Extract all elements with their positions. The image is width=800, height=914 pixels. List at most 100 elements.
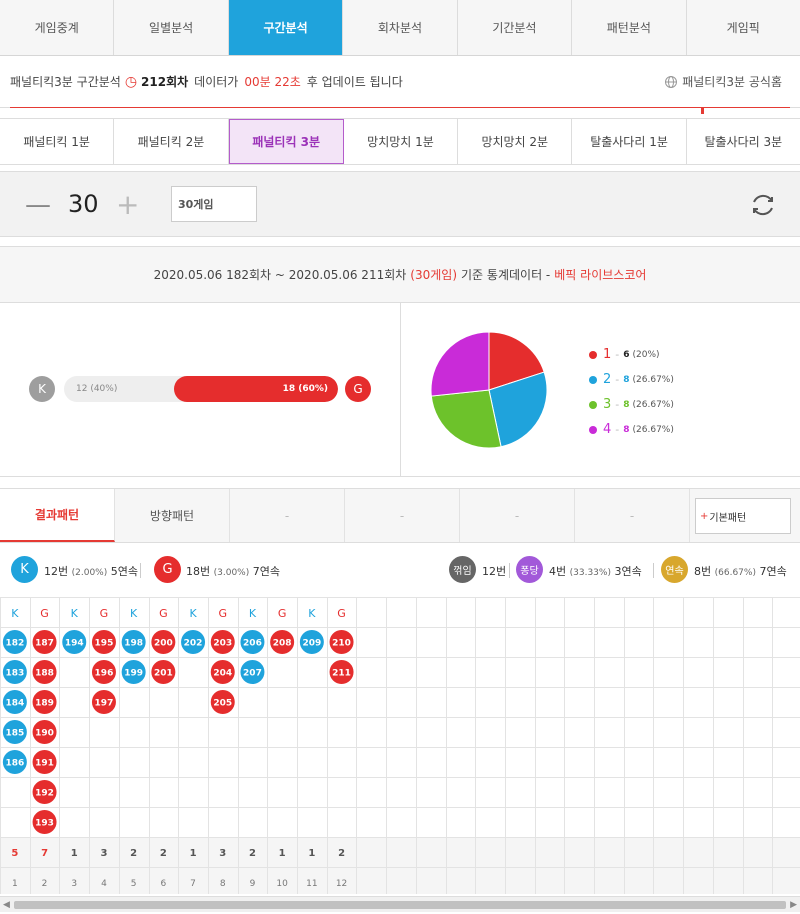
nav-tab-3[interactable]: 구간분석 <box>228 0 344 55</box>
pattern-tab-2[interactable]: 방향패턴 <box>115 489 230 542</box>
column-index: 4 <box>101 879 107 889</box>
stats-range: 2020.05.06 182회차 ~ 2020.05.06 211회차 <box>153 268 407 282</box>
k-badge: K <box>29 376 55 402</box>
pattern-summary: K 12번 (2.00%) 5연속 G 18번 (3.00%) 7연속 꺾임 1… <box>0 552 800 590</box>
update-bar: 패널티킥3분 구간분석 ◷ 212회차 데이터가 00분 22초 후 업데이트 … <box>0 56 800 114</box>
round-number: 196 <box>95 669 114 679</box>
k-summary-count: 12번 <box>44 565 69 578</box>
plus-button[interactable]: + <box>116 188 139 221</box>
round-number: 195 <box>95 639 114 649</box>
column-count: 1 <box>190 848 197 859</box>
legend-count: 8 <box>623 399 630 410</box>
refresh-icon[interactable] <box>748 190 778 220</box>
legend-pct: (26.67%) <box>632 374 674 385</box>
legend-label: 2 <box>603 372 612 387</box>
nav-tab-1[interactable]: 게임중계 <box>0 0 115 55</box>
round-number: 182 <box>5 639 24 649</box>
game-tab-2[interactable]: 패널티킥 2분 <box>114 119 229 164</box>
column-index: 9 <box>250 879 256 889</box>
g-summary-pct: (3.00%) <box>213 568 250 578</box>
column-count: 2 <box>160 848 167 859</box>
game-count-select[interactable]: 30게임 <box>171 186 257 222</box>
g-summary-streak: 7연속 <box>252 565 280 578</box>
legend-count: 6 <box>623 349 630 360</box>
main-nav: 게임중계 일별분석 구간분석 회차분석 기간분석 패턴분석 게임픽 <box>0 0 800 56</box>
legend-label: 1 <box>603 347 612 362</box>
nav-tab-2[interactable]: 일별분석 <box>114 0 229 55</box>
nav-tab-5[interactable]: 기간분석 <box>458 0 573 55</box>
game-count-bar: — 30 + 30게임 <box>0 171 800 237</box>
game-tab-4[interactable]: 망치망치 1분 <box>344 119 459 164</box>
game-tab-6[interactable]: 탈출사다리 1분 <box>572 119 687 164</box>
round-number: 190 <box>35 729 54 739</box>
legend-label: 3 <box>603 397 612 412</box>
pattern-tab-5[interactable]: - <box>460 489 575 542</box>
update-timer: 00분 22초 <box>244 75 301 89</box>
update-text-2: 후 업데이트 됩니다 <box>306 75 403 89</box>
summary-separator <box>653 563 654 578</box>
legend-label: 4 <box>603 422 612 437</box>
column-index: 8 <box>220 879 226 889</box>
g-summary-count: 18번 <box>186 565 211 578</box>
game-tab-5[interactable]: 망치망치 2분 <box>458 119 573 164</box>
round-number: 189 <box>35 699 54 709</box>
round-number: 209 <box>302 639 321 649</box>
game-tab-7[interactable]: 탈출사다리 3분 <box>687 119 800 164</box>
round-number: 187 <box>35 639 54 649</box>
horizontal-scrollbar[interactable]: ◀ ▶ <box>0 896 800 912</box>
scrollbar-thumb[interactable] <box>14 901 786 909</box>
stats-panel: 2020.05.06 182회차 ~ 2020.05.06 211회차 (30게… <box>0 246 800 477</box>
column-count: 1 <box>279 848 286 859</box>
column-count: 2 <box>130 848 137 859</box>
round-number: 198 <box>124 639 143 649</box>
round-number: 193 <box>35 819 54 829</box>
column-head: G <box>218 607 227 620</box>
column-index: 6 <box>160 879 166 889</box>
column-index: 11 <box>306 879 317 889</box>
column-head: K <box>130 607 138 620</box>
game-tab-3[interactable]: 패널티킥 3분 <box>228 119 344 164</box>
nav-tab-6[interactable]: 패턴분석 <box>572 0 687 55</box>
pattern-tab-3[interactable]: - <box>230 489 345 542</box>
round-number: 188 <box>35 669 54 679</box>
round-number: 185 <box>5 729 24 739</box>
round-number: 207 <box>243 669 262 679</box>
column-count: 2 <box>338 848 345 859</box>
round-number: 202 <box>184 639 203 649</box>
result-pie-chart <box>430 331 548 449</box>
column-index: 1 <box>12 879 18 889</box>
break-count: 12번 <box>482 565 507 578</box>
legend-pct: (20%) <box>632 349 660 360</box>
round-number: 186 <box>5 759 24 769</box>
g-ratio-fill: 18 (60%) <box>173 376 338 402</box>
pong-summary: 4번 (33.33%) 3연속 <box>549 563 642 579</box>
pie-slice-4 <box>430 331 490 397</box>
k-g-ratio-bar: 12 (40%) 18 (60%) <box>64 376 338 402</box>
official-home-link[interactable]: 패널티킥3분 공식홈 <box>664 73 782 90</box>
scroll-left-icon[interactable]: ◀ <box>3 900 10 910</box>
pattern-tab-6[interactable]: - <box>575 489 690 542</box>
cont-summary-streak: 7연속 <box>759 565 787 578</box>
k-summary-badge: K <box>11 556 38 583</box>
pattern-tab-1[interactable]: 결과패턴 <box>0 489 115 542</box>
column-index: 2 <box>42 879 48 889</box>
column-count: 7 <box>41 848 48 859</box>
break-badge: 꺾임 <box>449 556 476 583</box>
k-summary: 12번 (2.00%) 5연속 <box>44 563 138 579</box>
basic-pattern-button[interactable]: + 기본패턴 <box>695 498 791 534</box>
column-count: 3 <box>100 848 107 859</box>
legend-item-2: 2-8 (26.67%) <box>589 367 674 392</box>
minus-button[interactable]: — <box>25 190 51 220</box>
nav-tab-7[interactable]: 게임픽 <box>687 0 800 55</box>
globe-icon <box>665 75 678 88</box>
column-head: K <box>71 607 79 620</box>
column-head: G <box>159 607 168 620</box>
column-head: G <box>337 607 346 620</box>
nav-tab-4[interactable]: 회차분석 <box>343 0 458 55</box>
round-number: 203 <box>213 639 232 649</box>
update-text-1: 데이터가 <box>194 75 239 89</box>
pie-slice-3 <box>430 389 502 449</box>
pattern-tab-4[interactable]: - <box>345 489 460 542</box>
scroll-right-icon[interactable]: ▶ <box>790 900 797 910</box>
game-tab-1[interactable]: 패널티킥 1분 <box>0 119 115 164</box>
